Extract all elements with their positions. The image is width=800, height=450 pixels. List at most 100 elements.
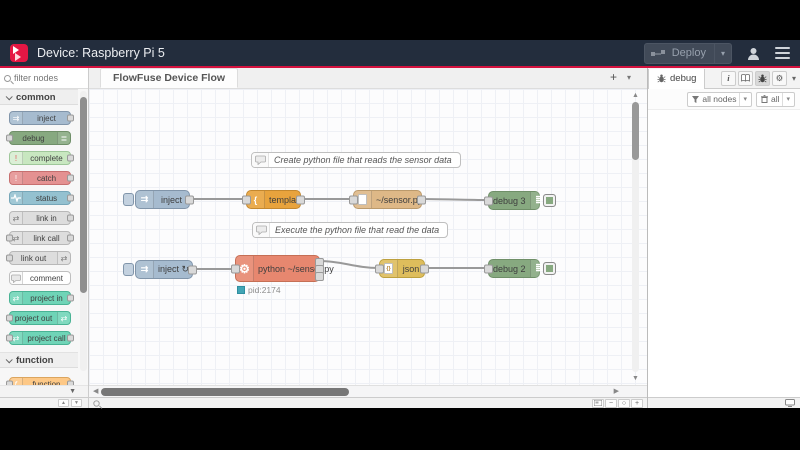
port-input[interactable] [484,196,493,205]
comment-node-2[interactable]: Execute the python file that read the da… [252,222,449,238]
port-output[interactable] [417,195,426,204]
port-input[interactable] [375,264,384,273]
port-output[interactable] [296,195,305,204]
navigator-icon[interactable] [592,398,604,408]
palette-node-project-call[interactable]: ⇄ project call [6,331,74,345]
sidebar-menu-caret-icon[interactable]: ▾ [789,74,796,83]
gear-icon[interactable]: ⚙ [771,70,787,86]
template-node[interactable]: { template [242,190,305,209]
palette-node-link-call[interactable]: ⇄ link call [6,231,74,245]
inject-node-2[interactable]: ⇉ inject ↻ [123,260,197,279]
exec-node-status: pid:2174 [237,285,281,295]
palette-filter-input[interactable] [14,73,72,83]
inject-button[interactable] [123,193,134,206]
user-icon[interactable] [746,46,761,61]
palette-node-status[interactable]: status [9,191,74,205]
port-output [67,234,74,242]
scroll-right-icon[interactable]: ▶ [614,386,619,398]
debug-enable-toggle[interactable] [543,262,556,275]
debug-icon: ≣ [57,132,70,144]
palette-search[interactable] [0,68,88,89]
palette-scrollbar[interactable] [80,91,87,371]
deploy-caret-icon[interactable]: ▾ [713,43,731,63]
comment-bubble-icon [253,223,270,237]
add-flow-icon[interactable]: + [610,70,617,84]
inject-button[interactable] [123,263,134,276]
info-tab-icon[interactable]: i [720,70,736,86]
link-icon: ⇄ [57,252,70,264]
palette-node-project-out[interactable]: project out ⇄ [6,311,71,325]
port-output[interactable] [188,265,197,274]
caret-down-icon: ▾ [782,92,790,106]
palette-node-link-out[interactable]: link out ⇄ [6,251,71,265]
zoom-reset-button[interactable]: ○ [618,398,630,408]
port-output [67,154,74,162]
debug-messages-panel [648,110,800,397]
comment-bubble-icon [252,153,269,167]
debug-node-3[interactable]: debug 3 ≣ [484,191,556,210]
palette-node-link-in[interactable]: ⇄ link in [9,211,74,225]
scroll-left-icon[interactable]: ◀ [93,386,98,398]
debug-clear-all-button[interactable]: all ▾ [755,91,795,107]
zoom-out-button[interactable]: − [605,398,617,408]
palette-category-function[interactable]: function [0,352,78,368]
palette-collapse-down-icon[interactable]: ▼ [71,399,82,407]
palette-scroll-down-icon[interactable]: ▼ [0,385,88,397]
comment-node-1[interactable]: Create python file that reads the sensor… [251,152,461,168]
palette-node-project-in[interactable]: ⇄ project in [9,291,74,305]
canvas-search-icon[interactable] [93,399,100,407]
file-node[interactable]: ~/sensor.py [349,190,426,209]
vertical-scrollbar-thumb[interactable] [632,102,639,160]
palette-collapse-up-icon[interactable]: ▲ [58,399,69,407]
sidebar-header: debug i ⚙ ▾ [648,68,800,89]
flowfuse-logo-icon [10,44,28,62]
exec-node[interactable]: ⚙ python ~/sensor.py [231,255,334,282]
deploy-button[interactable]: Deploy ▾ [643,42,732,64]
flow-canvas[interactable]: Create python file that reads the sensor… [89,89,647,385]
canvas-vertical-scrollbar[interactable]: ▲ ▼ [631,91,640,383]
json-node[interactable]: {} json [375,259,429,278]
inject-node-1[interactable]: ⇉ inject [123,190,194,209]
horizontal-scrollbar-thumb[interactable] [101,388,349,396]
canvas-horizontal-scrollbar[interactable]: ◀ ▶ [89,385,647,397]
palette-scrollbar-thumb[interactable] [80,97,87,293]
console-icon[interactable] [785,394,795,412]
port-output-rc[interactable] [315,272,324,281]
search-icon [4,74,11,82]
wire[interactable] [420,198,489,201]
port-output [67,194,74,202]
debug-filter-nodes-button[interactable]: all nodes ▾ [687,91,752,107]
zoom-in-button[interactable]: + [631,398,643,408]
palette-node-catch[interactable]: ! catch [9,171,74,185]
sidebar-tab-debug[interactable]: debug [648,68,706,89]
scroll-up-icon[interactable]: ▲ [631,91,640,100]
port-input [6,334,13,342]
help-book-icon[interactable] [737,70,753,86]
palette-node-complete[interactable]: ! complete [9,151,74,165]
port-input [6,380,13,385]
flow-list-caret-icon[interactable]: ▾ [627,73,631,82]
flow-tab[interactable]: FlowFuse Device Flow [100,68,239,88]
palette-node-inject[interactable]: ⇉ inject [9,111,74,125]
debug-node-2[interactable]: debug 2 ≣ [484,259,556,278]
palette-node-function[interactable]: ƒ function [6,377,74,385]
port-input[interactable] [349,195,358,204]
port-input[interactable] [242,195,251,204]
debug-filter-bar: all nodes ▾ all ▾ [648,89,800,110]
scroll-down-icon[interactable]: ▼ [631,374,640,383]
port-output [67,380,74,385]
port-input[interactable] [484,264,493,273]
chevron-down-icon [5,355,13,363]
palette-category-common[interactable]: common [0,89,78,105]
port-input[interactable] [231,264,240,273]
palette-node-comment[interactable]: comment [9,271,71,285]
debug-enable-toggle[interactable] [543,194,556,207]
debug-tab-icon[interactable] [754,70,770,86]
port-output[interactable] [185,195,194,204]
inject-icon: ⇉ [10,112,23,124]
port-output[interactable] [420,264,429,273]
main-menu-icon[interactable] [775,46,790,60]
status-dot-icon [237,286,245,294]
canvas-footer: − ○ + [89,397,647,408]
palette-node-debug[interactable]: debug ≣ [6,131,71,145]
